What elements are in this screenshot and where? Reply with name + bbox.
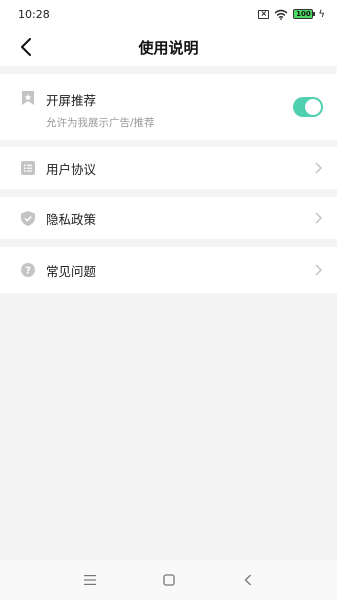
faq-section: ? 常见问题 — [0, 247, 337, 293]
user-agreement-label: 用户协议 — [46, 161, 97, 177]
wifi-icon — [274, 9, 288, 20]
faq-label: 常见问题 — [46, 263, 97, 279]
status-time: 10:28 — [18, 7, 50, 21]
help-circle-icon: ? — [20, 262, 36, 278]
menu-button[interactable] — [75, 565, 105, 595]
status-icons: × 100 ϟ — [258, 9, 325, 20]
privacy-policy-label: 隐私政策 — [46, 211, 97, 227]
privacy-policy-section: 隐私政策 — [0, 197, 337, 239]
back-icon — [244, 574, 251, 586]
toggle-knob — [305, 99, 321, 115]
battery-icon: 100 — [293, 9, 316, 19]
user-agreement-row[interactable]: 用户协议 — [0, 147, 337, 189]
splash-recommend-row: 开屏推荐 允许为我展示广告/推荐 — [0, 74, 337, 140]
chevron-right-icon — [315, 212, 323, 224]
splash-recommend-toggle[interactable] — [293, 97, 323, 117]
home-icon — [162, 574, 175, 586]
back-arrow-icon — [21, 38, 31, 56]
page-title: 使用说明 — [138, 38, 199, 57]
back-button[interactable] — [12, 33, 40, 61]
battery-level: 100 — [296, 10, 311, 18]
faq-row[interactable]: ? 常见问题 — [0, 247, 337, 293]
privacy-policy-row[interactable]: 隐私政策 — [0, 197, 337, 239]
splash-recommend-subtitle: 允许为我展示广告/推荐 — [46, 117, 155, 129]
bookmark-star-icon — [20, 90, 36, 106]
home-button[interactable] — [154, 565, 184, 595]
system-nav-bar — [0, 560, 337, 600]
shield-check-icon — [20, 210, 36, 226]
splash-recommend-section: 开屏推荐 允许为我展示广告/推荐 — [0, 74, 337, 140]
chevron-right-icon — [315, 162, 323, 174]
header: 使用说明 — [0, 28, 337, 66]
sim-off-icon: × — [258, 9, 270, 19]
status-bar: 10:28 × 100 ϟ — [0, 0, 337, 28]
svg-text:?: ? — [25, 266, 31, 277]
chevron-right-icon — [315, 264, 323, 276]
splash-recommend-text: 开屏推荐 允许为我展示广告/推荐 — [46, 90, 155, 130]
charging-icon: ϟ — [318, 8, 325, 20]
document-list-icon — [20, 160, 36, 176]
splash-recommend-label: 开屏推荐 — [46, 93, 97, 108]
user-agreement-section: 用户协议 — [0, 147, 337, 189]
menu-icon — [83, 575, 96, 585]
system-back-button[interactable] — [233, 565, 263, 595]
